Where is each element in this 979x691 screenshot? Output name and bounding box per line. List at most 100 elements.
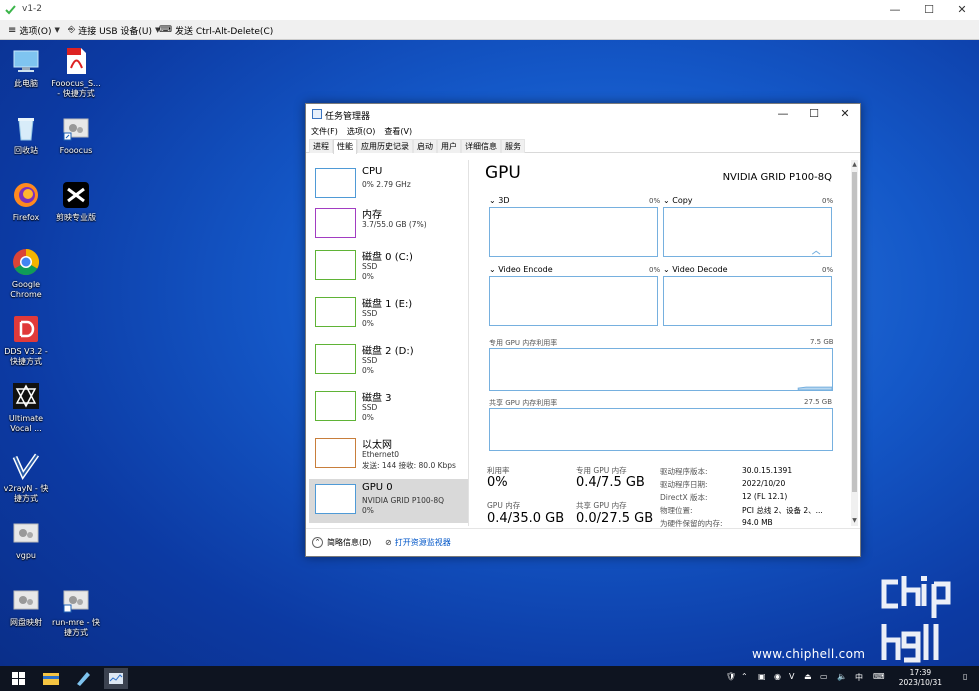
close-button[interactable]: ✕ — [830, 105, 860, 123]
util-value: 0% — [487, 475, 508, 490]
desktop-icon-capcut[interactable]: 剪映专业版 — [50, 180, 102, 223]
minimize-button[interactable]: — — [768, 105, 798, 123]
tray-chevron-icon[interactable]: ⌃ — [741, 672, 748, 681]
task-manager-window: 任务管理器 — ☐ ✕ 文件(F) 选项(O) 查看(V) 进程 性能 应用历史… — [305, 103, 861, 557]
tab-services[interactable]: 服务 — [501, 139, 525, 153]
shared-memory-max: 27.5 GB — [804, 398, 833, 406]
resource-usage: 0% — [362, 506, 374, 515]
engine-copy-label[interactable]: ⌄ Copy — [663, 196, 693, 205]
taskbar-task-manager[interactable] — [104, 668, 128, 689]
file-explorer-icon[interactable] — [42, 670, 60, 687]
scroll-up-icon[interactable]: ▲ — [851, 161, 858, 168]
engine-copy-pct: 0% — [822, 197, 834, 205]
tab-startup[interactable]: 启动 — [413, 139, 437, 153]
taskmgr-icon — [109, 673, 123, 684]
engine-video-decode-label[interactable]: ⌄ Video Decode — [663, 265, 728, 274]
scrollbar[interactable]: ▲ ▼ — [851, 160, 858, 526]
desktop-icon-firefox[interactable]: Firefox — [0, 180, 52, 223]
reserved-memory-value: 94.0 MB — [742, 518, 773, 527]
resource-disk0[interactable]: 磁盘 0 (C:) SSD 0% — [309, 245, 468, 289]
open-resource-monitor-link[interactable]: ⊘ 打开资源监视器 — [385, 537, 451, 548]
windows-start-icon[interactable] — [10, 670, 28, 687]
usb-connect-menu[interactable]: ⎆ 连接 USB 设备(U) ▼ — [68, 23, 160, 37]
watermark-url: www.chiphell.com — [752, 647, 866, 661]
shortcut-icon — [11, 518, 41, 548]
clock-date: 2023/10/31 — [898, 678, 942, 687]
tab-users[interactable]: 用户 — [437, 139, 461, 153]
desktop-icon-label: Ultimate Vocal ... — [8, 414, 44, 433]
desktop-icon-vgpu[interactable]: vgpu — [0, 518, 52, 561]
security-icon[interactable]: 🛡 — [726, 672, 736, 681]
resource-ethernet[interactable]: 以太网 Ethernet0 发送: 144 接收: 80.0 Kbps — [309, 433, 468, 477]
resource-usage: 0% — [362, 366, 374, 375]
chrome-icon — [11, 247, 41, 277]
desktop-icon-this-pc[interactable]: 此电脑 — [0, 46, 52, 89]
desktop-icon-label: vgpu — [16, 551, 36, 560]
engine-video-encode-label[interactable]: ⌄ Video Encode — [489, 265, 553, 274]
clock-time: 17:39 — [909, 668, 932, 677]
resource-detail: 3.7/55.0 GB (7%) — [362, 220, 427, 229]
desktop-icon-fooocus[interactable]: Fooocus — [50, 113, 102, 156]
chevron-up-icon: ⌃ — [312, 537, 323, 548]
computer-icon — [11, 46, 41, 76]
desktop-icon-fooocus-pdf[interactable]: Fooocus_S... - 快捷方式 — [50, 46, 102, 99]
clock[interactable]: 17:39 2023/10/31 — [899, 668, 942, 688]
tab-processes[interactable]: 进程 — [309, 139, 333, 153]
resource-gpu0[interactable]: GPU 0 NVIDIA GRID P100-8Q 0% — [309, 479, 468, 523]
ime-indicator[interactable]: 中 — [855, 672, 863, 683]
shared-mem-label: 共享 GPU 内存 — [576, 501, 627, 510]
desktop-icon-v2rayn[interactable]: v2rayN - 快捷方式 — [0, 451, 52, 504]
scrollbar-thumb[interactable] — [852, 172, 857, 492]
viewer-minimize-button[interactable]: — — [883, 2, 907, 18]
desktop-icon-netdisk[interactable]: 网盘映射 — [0, 585, 52, 628]
resource-disk3[interactable]: 磁盘 3 SSD 0% — [309, 386, 468, 430]
menu-options[interactable]: 选项(O) — [347, 126, 376, 137]
dedicated-memory-label: 专用 GPU 内存利用率 — [489, 339, 558, 347]
gpu-mem-label: GPU 内存 — [487, 501, 521, 510]
keyboard-icon[interactable]: ⌨ — [873, 672, 885, 681]
resource-monitor-icon: ⊘ — [385, 538, 392, 547]
resource-name: 磁盘 2 (D:) — [362, 346, 414, 357]
volume-icon[interactable]: 🔈 — [837, 672, 847, 681]
resource-usage: 发送: 144 接收: 80.0 Kbps — [362, 461, 456, 470]
desktop-icon-recycle-bin[interactable]: 回收站 — [0, 113, 52, 156]
resource-detail: SSD — [362, 309, 378, 318]
options-menu[interactable]: ≡ 选项(O) ▼ — [8, 23, 60, 37]
resource-disk1[interactable]: 磁盘 1 (E:) SSD 0% — [309, 292, 468, 336]
desktop-icon-chrome[interactable]: Google Chrome — [0, 247, 52, 300]
v2ray-tray-icon[interactable]: V — [789, 672, 794, 681]
tab-performance[interactable]: 性能 — [333, 139, 357, 154]
desktop-icon-label: 回收站 — [14, 146, 38, 155]
physical-location-value: PCI 总线 2、设备 2、... — [742, 506, 823, 515]
nvidia-icon[interactable]: ▣ — [758, 672, 766, 681]
desktop-icon-run-mre[interactable]: run-mre - 快捷方式 — [50, 585, 102, 638]
resource-memory[interactable]: 内存 3.7/55.0 GB (7%) — [309, 203, 468, 247]
viewer-close-button[interactable]: ✕ — [950, 2, 974, 18]
engine-video-decode-pct: 0% — [822, 266, 834, 274]
resource-disk2[interactable]: 磁盘 2 (D:) SSD 0% — [309, 339, 468, 383]
notepad-icon[interactable] — [74, 670, 92, 687]
desktop-icon-dds[interactable]: DDS V3.2 - 快捷方式 — [0, 314, 52, 367]
shortcut-icon — [61, 113, 91, 143]
open-resource-monitor-label: 打开资源监视器 — [394, 538, 451, 547]
resource-cpu[interactable]: CPU 0% 2.79 GHz — [309, 163, 468, 207]
tab-details[interactable]: 详细信息 — [461, 139, 501, 153]
resource-name: 以太网 — [362, 440, 392, 451]
tab-app-history[interactable]: 应用历史记录 — [357, 139, 413, 153]
usb-tray-icon[interactable]: ⏏ — [804, 672, 812, 681]
network-icon[interactable]: ▭ — [820, 672, 828, 681]
maximize-button[interactable]: ☐ — [799, 105, 829, 123]
viewer-maximize-button[interactable]: ☐ — [917, 2, 941, 18]
desktop-icon-uvr[interactable]: Ultimate Vocal ... — [0, 381, 52, 434]
menu-view[interactable]: 查看(V) — [384, 126, 412, 137]
send-cad-button[interactable]: ⌨ 发送 Ctrl-Alt-Delete(C) — [159, 23, 273, 37]
scroll-down-icon[interactable]: ▼ — [851, 517, 858, 524]
menu-file[interactable]: 文件(F) — [311, 126, 338, 137]
notification-icon[interactable]: ▯ — [963, 672, 967, 681]
gpu-title: GPU — [485, 163, 521, 183]
engine-3d-label[interactable]: ⌄ 3D — [489, 196, 510, 205]
app-tray-icon[interactable]: ◉ — [774, 672, 781, 681]
dedicated-mem-value: 0.4/7.5 GB — [576, 475, 645, 490]
desktop-icon-label: Fooocus — [59, 146, 93, 155]
fewer-details-button[interactable]: ⌃ 简略信息(D) — [312, 537, 371, 548]
